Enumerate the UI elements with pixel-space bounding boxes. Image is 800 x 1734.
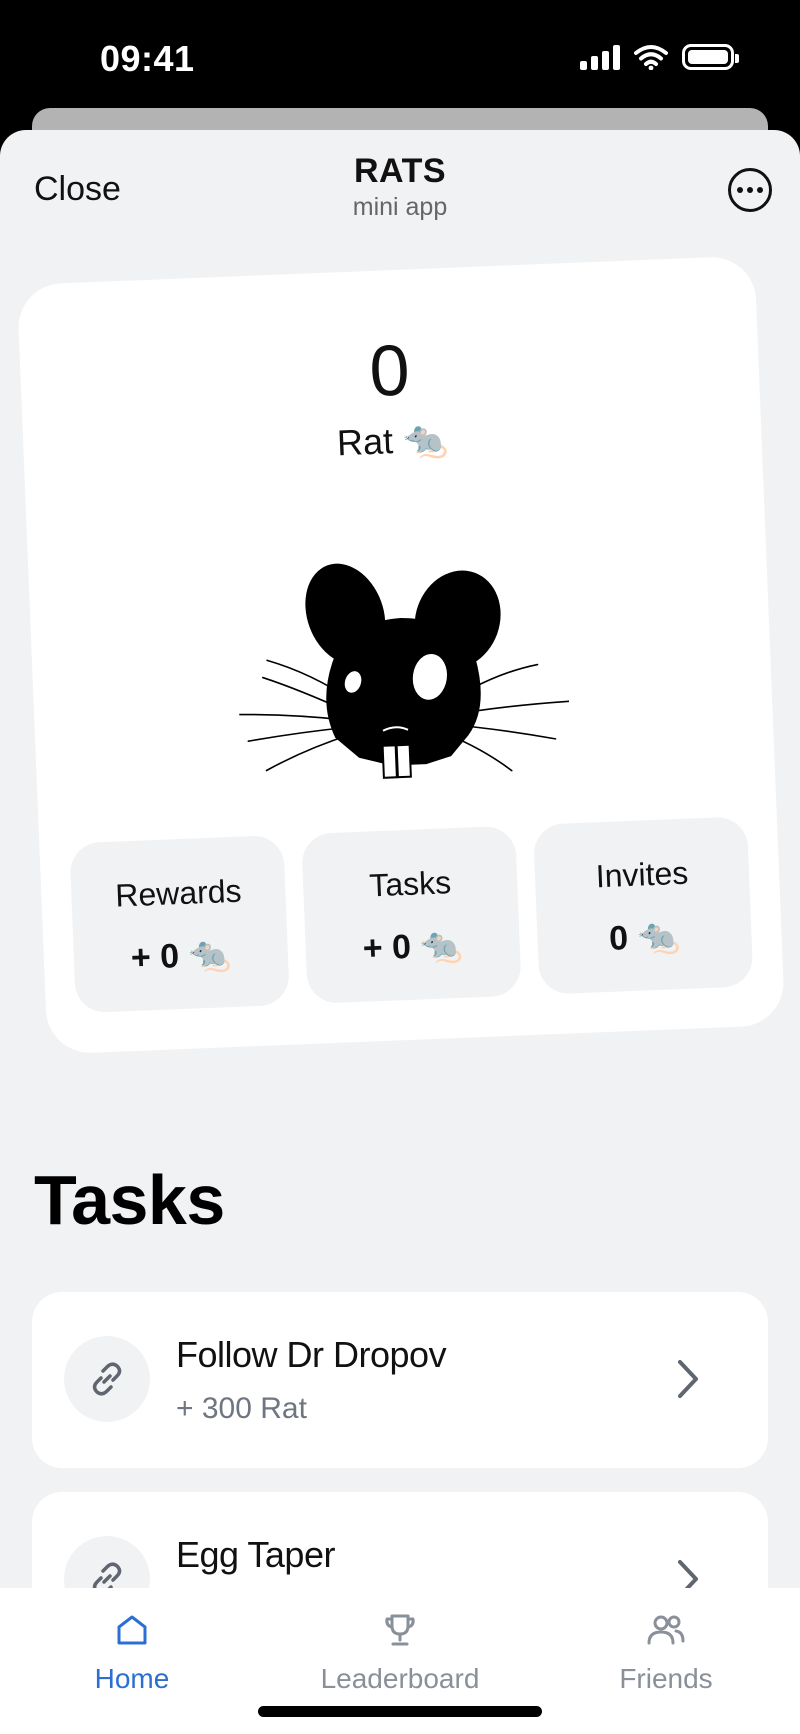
cellular-signal-icon: [580, 44, 620, 70]
task-title: Follow Dr Dropov: [176, 1334, 447, 1375]
more-options-button[interactable]: [728, 168, 772, 212]
stat-label: Tasks: [368, 864, 452, 904]
friends-icon: [647, 1615, 685, 1645]
mini-app-sheet: Close RATS mini app 0 Rat 🐀 Rewards + 0 …: [0, 130, 800, 1734]
stats-row: Rewards + 0 🐀 Tasks + 0 🐀 Invites 0 🐀: [69, 816, 754, 1014]
home-icon: [117, 1615, 147, 1645]
stat-value: 0 🐀: [608, 917, 681, 958]
stat-tasks: Tasks + 0 🐀: [301, 825, 522, 1005]
task-item-follow-dr-dropov[interactable]: Follow Dr Dropov + 300 Rat: [32, 1292, 768, 1468]
stat-invites: Invites 0 🐀: [532, 816, 754, 995]
app-title: RATS: [353, 152, 447, 190]
tasks-heading: Tasks: [34, 1161, 225, 1239]
tab-leaderboard[interactable]: Leaderboard: [290, 1612, 510, 1695]
task-reward: + 300 Rat: [176, 1392, 307, 1425]
title-block: RATS mini app: [0, 152, 800, 222]
trophy-icon: [385, 1614, 415, 1646]
stat-value: + 0 🐀: [361, 925, 464, 968]
battery-icon: [682, 44, 739, 70]
status-icons: [580, 44, 739, 70]
tab-friends[interactable]: Friends: [556, 1612, 776, 1695]
home-indicator[interactable]: [258, 1706, 542, 1717]
tab-home[interactable]: Home: [22, 1612, 242, 1695]
tab-label: Home: [94, 1663, 170, 1694]
tab-label: Friends: [619, 1663, 713, 1694]
chevron-right-icon: [678, 1360, 698, 1398]
tab-label: Leaderboard: [320, 1663, 480, 1694]
more-dot-icon: [737, 187, 743, 193]
link-icon: [64, 1336, 150, 1422]
balance-card: 0 Rat 🐀 Rewards + 0 🐀 Tasks + 0 🐀 Invite…: [16, 255, 786, 1055]
stat-label: Rewards: [114, 872, 243, 914]
stat-value: + 0 🐀: [130, 935, 232, 978]
task-title: Egg Taper: [176, 1534, 335, 1575]
status-time: 09:41: [100, 38, 195, 79]
rat-logo-icon: [238, 563, 570, 779]
app-subtitle: mini app: [352, 193, 448, 221]
stat-rewards: Rewards + 0 🐀: [69, 834, 290, 1014]
status-bar: 09:41: [0, 0, 800, 110]
app-header: Close RATS mini app: [0, 130, 800, 250]
stat-label: Invites: [595, 854, 689, 895]
wifi-icon: [634, 45, 668, 70]
